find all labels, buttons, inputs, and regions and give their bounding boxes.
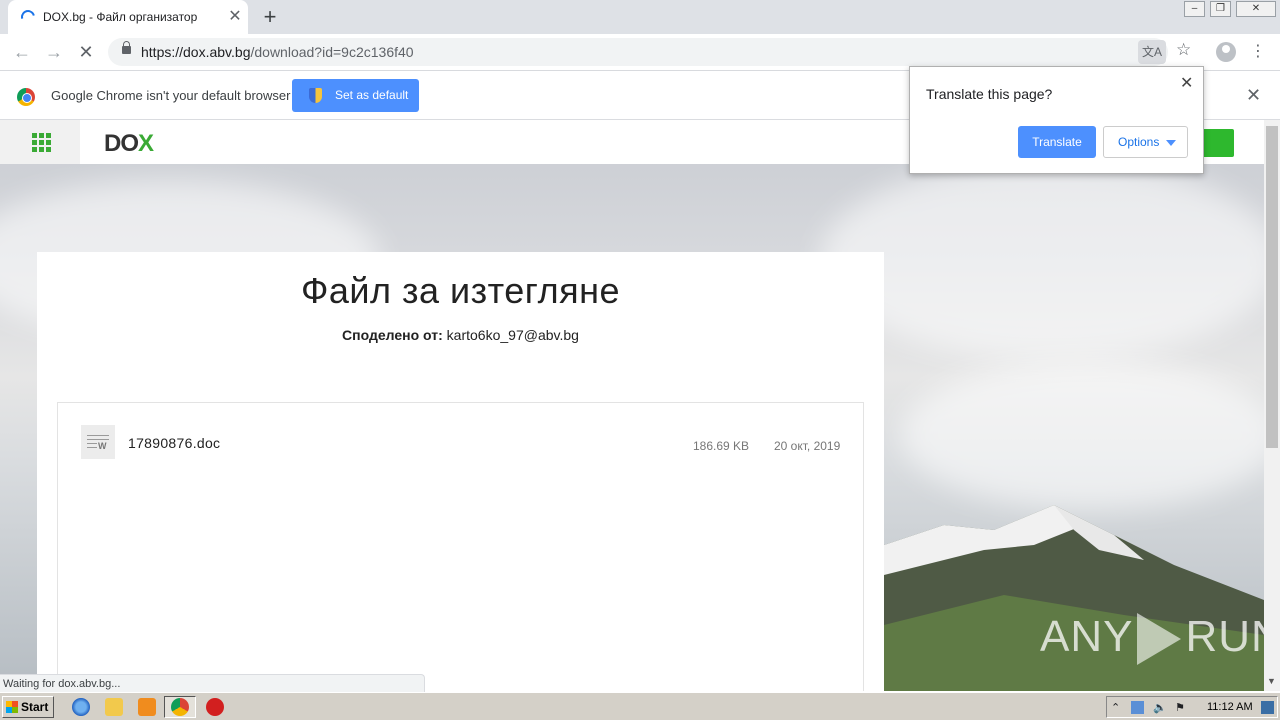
play-icon <box>1137 613 1182 666</box>
forward-button[interactable]: → <box>42 40 66 64</box>
shared-by-line: Споделено от: karto6ko_97@abv.bg <box>37 327 884 343</box>
word-doc-icon: W <box>81 425 115 459</box>
url-path: /download?id=9c2c136f40 <box>250 44 414 60</box>
stop-button[interactable]: ✕ <box>74 40 98 64</box>
restore-button[interactable]: ❐ <box>1210 1 1231 17</box>
options-label: Options <box>1118 135 1160 149</box>
apps-grid-icon[interactable] <box>0 120 80 164</box>
stop-sign-icon[interactable] <box>206 698 224 716</box>
menu-dots-icon[interactable]: ⋮ <box>1250 41 1266 61</box>
bookmark-star-icon[interactable]: ☆ <box>1176 40 1191 60</box>
file-name[interactable]: 17890876.doc <box>128 435 220 451</box>
set-as-default-button[interactable]: Set as default <box>292 79 419 112</box>
translate-icon[interactable]: 文A <box>1138 40 1166 64</box>
windows-taskbar: Start ⌃ 🔈 ⚑ 11:12 AM <box>0 692 1280 720</box>
status-bubble: Waiting for dox.abv.bg... <box>0 674 425 692</box>
back-button[interactable]: ← <box>10 40 34 64</box>
start-button[interactable]: Start <box>2 696 54 718</box>
start-label: Start <box>21 700 49 714</box>
infobar-close-icon[interactable]: ✕ <box>1246 85 1261 106</box>
url-text[interactable]: https://dox.abv.bg/download?id=9c2c136f4… <box>141 44 414 60</box>
chevron-down-icon <box>1166 140 1176 146</box>
minimize-button[interactable]: – <box>1184 1 1205 17</box>
anyrun-watermark: ANY RUN <box>1040 612 1264 666</box>
network-icon[interactable] <box>1131 701 1144 714</box>
internet-explorer-icon[interactable] <box>72 698 90 716</box>
background-cloud <box>900 360 1264 510</box>
system-tray: ⌃ 🔈 ⚑ 11:12 AM <box>1106 696 1278 718</box>
address-bar[interactable]: https://dox.abv.bg/download?id=9c2c136f4… <box>108 38 1168 66</box>
uac-shield-icon <box>309 88 322 103</box>
file-size: 186.69 KB <box>693 439 750 453</box>
infobar-message: Google Chrome isn't your default browser <box>51 88 291 103</box>
set-as-default-label: Set as default <box>335 88 409 102</box>
chrome-logo-icon <box>17 88 35 106</box>
tab-title: DOX.bg - Файл организатор <box>43 10 198 24</box>
tab-close-icon[interactable]: ✕ <box>226 8 244 26</box>
file-date: 20 окт, 2019 <box>774 439 841 453</box>
background-cloud <box>820 160 1264 360</box>
show-desktop-icon[interactable] <box>1261 701 1274 714</box>
clock[interactable]: 11:12 AM <box>1207 701 1253 713</box>
close-window-button[interactable]: ✕ <box>1236 1 1276 17</box>
logo-text: DO <box>104 130 139 157</box>
translate-button[interactable]: Translate <box>1018 126 1096 158</box>
watermark-right: RUN <box>1185 612 1264 661</box>
download-card: Файл за изтегляне Споделено от: karto6ko… <box>37 252 884 691</box>
windows-logo-icon <box>6 701 18 713</box>
browser-tab[interactable]: DOX.bg - Файл организатор ✕ <box>8 0 248 34</box>
loading-spinner-icon <box>18 7 38 27</box>
translate-prompt: Translate this page? <box>926 86 1053 102</box>
page-title: Файл за изтегляне <box>301 270 620 311</box>
dox-logo[interactable]: DOX <box>104 130 154 158</box>
chrome-taskbar-button[interactable] <box>164 696 196 718</box>
new-tab-button[interactable]: + <box>258 6 282 30</box>
lock-icon[interactable] <box>122 41 131 54</box>
shared-by-label: Споделено от: <box>342 327 443 343</box>
watermark-left: ANY <box>1040 612 1134 661</box>
show-hidden-icons-icon[interactable]: ⌃ <box>1111 701 1124 714</box>
scrollbar-thumb[interactable] <box>1266 126 1278 448</box>
close-icon[interactable]: ✕ <box>1180 73 1193 93</box>
chrome-icon <box>171 698 189 716</box>
flag-icon[interactable]: ⚑ <box>1175 701 1188 714</box>
translate-bubble: Translate this page? ✕ Translate Options <box>909 66 1204 174</box>
scroll-down-icon[interactable]: ▼ <box>1267 676 1276 686</box>
tab-strip: DOX.bg - Файл организатор ✕ + – ❐ ✕ <box>0 0 1280 34</box>
shared-by-email: karto6ko_97@abv.bg <box>446 327 579 343</box>
page-viewport: DOX Файл за изтегляне Споделено от: kart… <box>0 120 1264 691</box>
volume-icon[interactable]: 🔈 <box>1153 701 1167 714</box>
page-scrollbar[interactable]: ▼ <box>1264 120 1280 691</box>
file-list: W 17890876.doc 186.69 KB 20 окт, 2019 <box>57 402 864 691</box>
profile-avatar[interactable] <box>1216 42 1236 62</box>
url-host: https://dox.abv.bg <box>141 44 251 60</box>
options-button[interactable]: Options <box>1103 126 1188 158</box>
media-player-icon[interactable] <box>138 698 156 716</box>
folder-icon[interactable] <box>105 698 123 716</box>
logo-accent: X <box>138 130 154 157</box>
